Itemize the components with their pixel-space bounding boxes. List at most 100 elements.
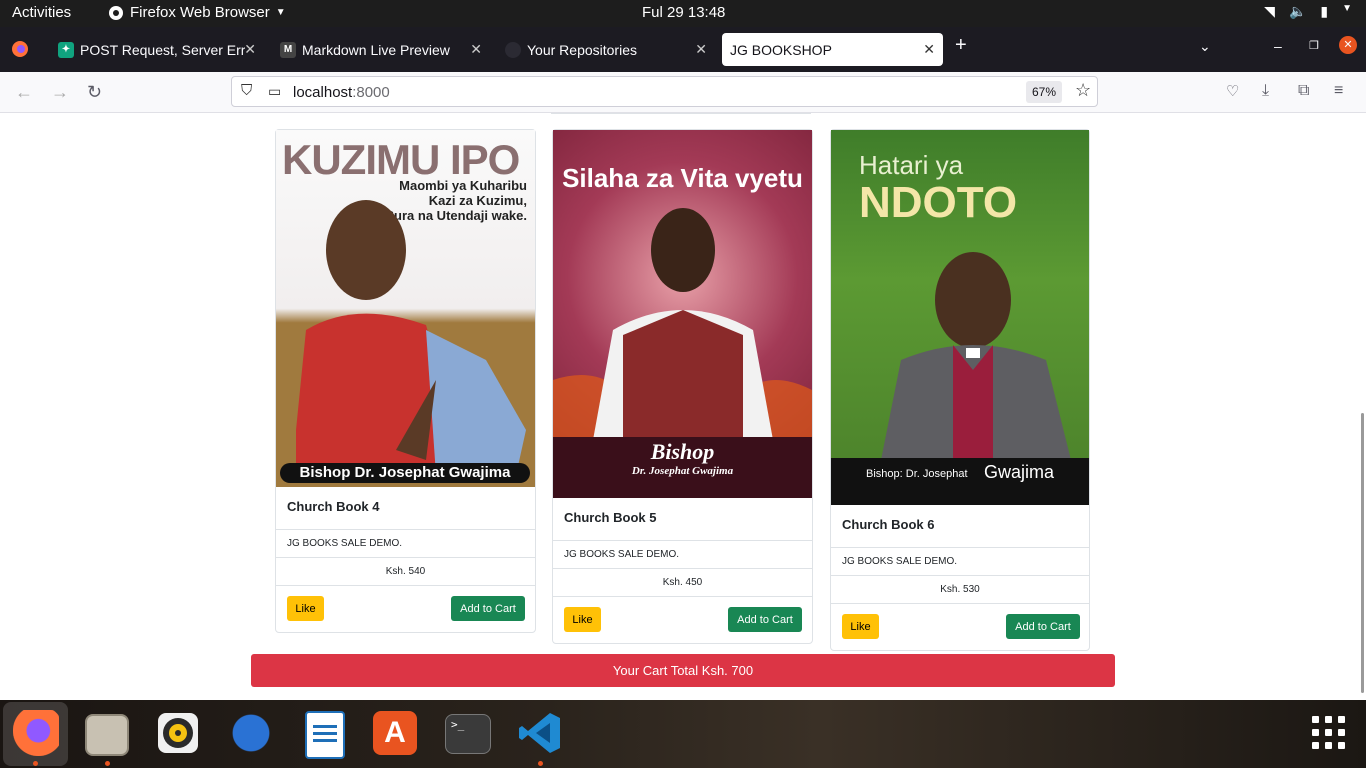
book-cover-image[interactable]: KUZIMU IPO Maombi ya Kuharibu Kazi za Ku… [276,130,535,487]
downloads-icon[interactable]: ⤓ [1262,82,1269,100]
rhythmbox-icon[interactable] [158,713,198,753]
book-description: JG BOOKS SALE DEMO. [842,556,958,567]
chevron-down-icon: ▼ [1342,3,1352,14]
show-apps-icon[interactable] [1312,716,1346,755]
like-button[interactable]: Like [842,614,879,639]
bookmark-star-icon[interactable]: ☆ [1075,80,1091,101]
divider [276,529,535,530]
writer-icon[interactable] [305,711,345,759]
book-card: KUZIMU IPO Maombi ya Kuharibu Kazi za Ku… [275,129,536,633]
reload-icon[interactable]: ↻ [87,82,102,103]
book-title: Church Book 4 [287,499,380,514]
restore-icon[interactable]: ❐ [1309,39,1319,52]
new-tab-icon[interactable]: + [955,34,967,57]
page-scrollbar[interactable] [1361,413,1364,693]
cover-author: Dr. Josephat Gwajima [631,465,734,477]
divider [553,568,812,569]
book-price: Ksh. 530 [940,584,980,595]
pocket-icon[interactable]: ♡ [1226,82,1239,100]
running-indicator [105,761,110,766]
divider [276,585,535,586]
app-menu-label: Firefox Web Browser [130,4,270,21]
tab-strip: ✦ POST Request, Server Err ✕ M Markdown … [0,27,1366,72]
wifi-icon: ◥ [1264,3,1275,19]
thunderbird-icon[interactable] [228,710,274,756]
like-button[interactable]: Like [287,596,324,621]
navigation-toolbar: ← → ↻ ⛉ ▭ localhost:8000 67% ☆ ♡ ⤓ ⧉ ≡ [0,72,1366,113]
close-tab-icon[interactable]: ✕ [470,41,482,58]
firefox-icon[interactable] [13,710,59,756]
divider [831,603,1089,604]
terminal-icon[interactable]: >_ [445,714,491,754]
author-photo [296,200,526,475]
book-price: Ksh. 540 [385,566,426,577]
add-to-cart-button[interactable]: Add to Cart [728,607,802,632]
system-status-area[interactable]: ◥ 🔈 ▮ ▼ [1264,3,1352,20]
close-tab-icon[interactable]: ✕ [923,41,935,58]
address-bar[interactable]: ⛉ ▭ localhost:8000 67% ☆ [231,76,1098,107]
page-info-icon[interactable]: ▭ [268,83,281,100]
divider [551,113,811,114]
cover-author: Bishop Dr. Josephat Gwajima [280,463,530,483]
chevron-down-icon: ▼ [275,7,286,18]
book-description: JG BOOKS SALE DEMO. [287,538,403,549]
tab-post-request[interactable]: ✦ POST Request, Server Err ✕ [50,33,264,66]
cover-author-title: Bishop [650,439,715,464]
tab-jg-bookshop[interactable]: JG BOOKSHOP ✕ [722,33,943,66]
close-tab-icon[interactable]: ✕ [244,41,256,58]
activities-button[interactable]: Activities [12,4,71,21]
tab-title: JG BOOKSHOP [730,41,832,58]
back-icon[interactable]: ← [15,82,33,103]
menu-icon[interactable]: ≡ [1334,82,1343,100]
app-center-icon[interactable]: A [373,711,417,755]
cover-author: Bishop: Dr. Josephat [866,468,968,480]
extensions-icon[interactable]: ⧉ [1298,82,1309,100]
running-indicator [538,761,543,766]
volume-icon: 🔈 [1288,3,1307,19]
book-description: JG BOOKS SALE DEMO. [564,549,680,560]
tab-markdown-preview[interactable]: M Markdown Live Preview ✕ [272,33,490,66]
tab-title: POST Request, Server Err [80,41,245,58]
tab-title: Your Repositories [527,41,637,58]
running-indicator [33,761,38,766]
divider [553,596,812,597]
zoom-indicator[interactable]: 67% [1026,81,1063,103]
shield-icon[interactable]: ⛉ [241,82,252,99]
divider [831,575,1089,576]
book-card: Hatari ya NDOTO Bishop: Dr. Josephat Gwa… [830,129,1090,651]
system-top-bar: Activities Firefox Web Browser ▼ Ful 29 … [0,0,1366,27]
list-all-tabs-icon[interactable]: ⌄ [1199,38,1211,55]
files-icon[interactable] [85,714,129,756]
cart-total-bar: Your Cart Total Ksh. 700 [251,654,1115,687]
close-tab-icon[interactable]: ✕ [695,41,707,58]
divider [553,540,812,541]
chatgpt-icon: ✦ [58,41,74,58]
page-content: KUZIMU IPO Maombi ya Kuharibu Kazi za Ku… [0,113,1366,700]
vscode-icon[interactable] [518,711,562,755]
url-host: localhost [293,84,353,101]
divider [831,547,1089,548]
minimize-icon[interactable]: – [1274,38,1282,54]
url-text[interactable]: localhost:8000 [293,84,390,101]
forward-icon[interactable]: → [51,82,69,103]
cover-author-last: Gwajima [984,462,1055,482]
book-card: Silaha za Vita vyetu Bishop Dr. Josephat… [552,129,813,644]
app-menu[interactable]: Firefox Web Browser ▼ [108,4,286,21]
clock[interactable]: Ful 29 13:48 [642,4,725,21]
dock: A >_ [0,700,1366,768]
book-cover-image[interactable]: Hatari ya NDOTO Bishop: Dr. Josephat Gwa… [831,130,1089,505]
close-window-icon[interactable]: ✕ [1339,36,1357,54]
like-button[interactable]: Like [564,607,601,632]
markdown-m-icon: M [280,41,296,58]
book-title: Church Book 6 [842,517,935,532]
book-price: Ksh. 450 [662,577,703,588]
add-to-cart-button[interactable]: Add to Cart [1006,614,1080,639]
tab-title: Markdown Live Preview [302,41,450,58]
tab-your-repositories[interactable]: Your Repositories ✕ [497,33,715,66]
github-icon [505,41,521,58]
divider [276,557,535,558]
battery-icon: ▮ [1320,3,1329,19]
add-to-cart-button[interactable]: Add to Cart [451,596,525,621]
book-cover-image[interactable]: Silaha za Vita vyetu Bishop Dr. Josephat… [553,130,812,498]
firefox-view-icon[interactable] [11,40,29,61]
